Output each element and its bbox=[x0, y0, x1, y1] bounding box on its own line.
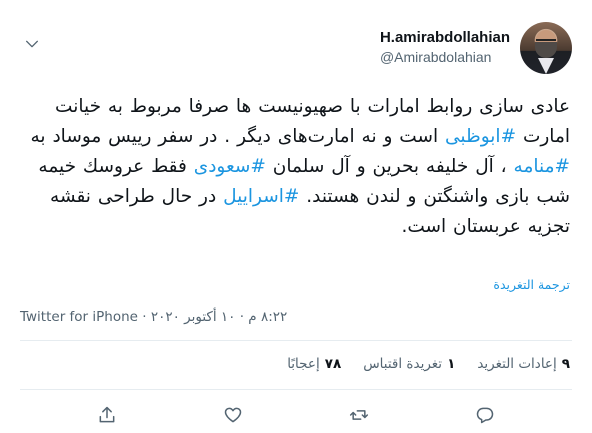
tweet-time[interactable]: ٨:٢٢ م bbox=[248, 309, 287, 325]
hashtag-link[interactable]: #اسراییل bbox=[223, 186, 299, 207]
reply-icon bbox=[476, 407, 494, 424]
reply-button[interactable] bbox=[468, 398, 502, 432]
retweet-button[interactable] bbox=[342, 398, 376, 432]
translate-tweet-link[interactable]: ترجمة التغريدة bbox=[493, 277, 570, 292]
tweet-text-segment: ، آل خلیفه بحرین و آل سلمان bbox=[265, 156, 514, 177]
meta-separator: · bbox=[239, 309, 244, 325]
likes-label: إعجابًا bbox=[287, 356, 320, 372]
quotes-count: ١ bbox=[447, 356, 456, 372]
retweet-icon bbox=[349, 410, 369, 420]
author-display-name[interactable]: H.amirabdollahian bbox=[380, 28, 510, 48]
share-icon bbox=[99, 406, 115, 423]
tweet-meta: ٨:٢٢ م · ١٠ أكتوبر ٢٠٢٠ · Twitter for iP… bbox=[20, 306, 570, 328]
hashtag-link[interactable]: #ابوظبی bbox=[445, 126, 516, 147]
hashtag-link[interactable]: #منامه bbox=[514, 156, 570, 177]
hashtag-link[interactable]: #سعودی bbox=[194, 156, 266, 177]
avatar-shirt bbox=[538, 58, 554, 74]
tweet-source[interactable]: Twitter for iPhone bbox=[20, 309, 138, 325]
author-names[interactable]: H.amirabdollahian @Amirabdolahian bbox=[380, 28, 510, 66]
tweet-header: H.amirabdollahian @Amirabdolahian bbox=[20, 22, 572, 74]
tweet-text-segment: است و نه امارت‌های دیگر . در سفر رییس مو… bbox=[30, 126, 445, 147]
retweets-stat[interactable]: ٩إعادات التغريد bbox=[477, 352, 570, 376]
divider bbox=[20, 389, 572, 390]
divider bbox=[20, 340, 572, 341]
likes-count: ٧٨ bbox=[324, 356, 342, 372]
heart-icon bbox=[224, 407, 242, 423]
quotes-label: تغريدة اقتباس bbox=[363, 356, 443, 372]
retweets-label: إعادات التغريد bbox=[477, 356, 557, 372]
share-button[interactable] bbox=[90, 398, 124, 432]
tweet-text: عادی سازی روابط امارات با صهیونیست ها صر… bbox=[20, 92, 571, 242]
chevron-down-icon[interactable] bbox=[20, 32, 44, 56]
like-button[interactable] bbox=[216, 398, 250, 432]
retweets-count: ٩ bbox=[561, 356, 570, 372]
tweet-stats: ٩إعادات التغريد ١تغريدة اقتباس ٧٨إعجابًا bbox=[20, 352, 570, 376]
likes-stat[interactable]: ٧٨إعجابًا bbox=[287, 352, 341, 376]
avatar[interactable] bbox=[520, 22, 572, 74]
tweet-card: H.amirabdollahian @Amirabdolahian عادی س… bbox=[0, 0, 592, 433]
tweet-actions bbox=[0, 398, 592, 432]
avatar-glasses bbox=[536, 39, 556, 46]
author-handle[interactable]: @Amirabdolahian bbox=[380, 48, 510, 66]
quotes-stat[interactable]: ١تغريدة اقتباس bbox=[363, 352, 455, 376]
tweet-date[interactable]: ١٠ أكتوبر ٢٠٢٠ bbox=[151, 309, 236, 325]
meta-separator: · bbox=[142, 309, 147, 325]
